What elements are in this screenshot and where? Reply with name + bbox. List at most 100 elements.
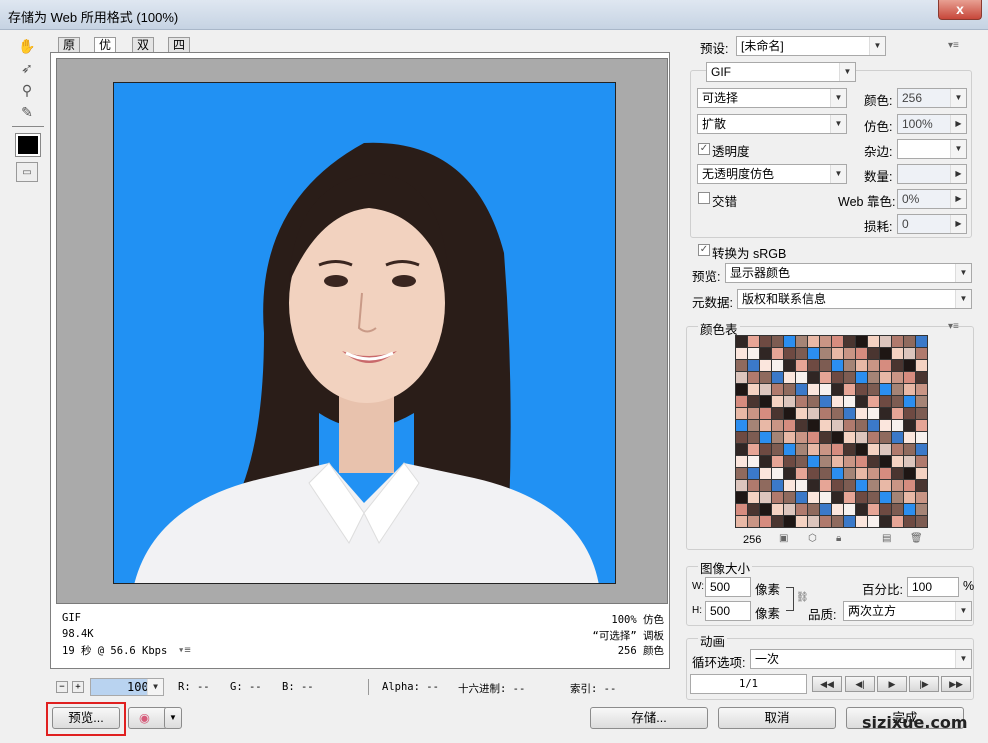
color-swatch[interactable] — [844, 432, 855, 443]
color-swatch[interactable] — [820, 492, 831, 503]
color-swatch[interactable] — [796, 348, 807, 359]
color-swatch[interactable] — [784, 456, 795, 467]
toggle-slices-icon[interactable]: ▭ — [16, 162, 38, 182]
color-swatch[interactable] — [844, 336, 855, 347]
color-swatch[interactable] — [904, 456, 915, 467]
color-swatch[interactable] — [856, 396, 867, 407]
color-table-menu-icon[interactable]: ▾≡ — [948, 321, 959, 332]
colors-field[interactable]: 256 ▼ — [897, 88, 967, 108]
metadata-select[interactable]: 版权和联系信息 ▼ — [737, 289, 972, 309]
color-swatch[interactable] — [892, 456, 903, 467]
color-swatch[interactable] — [832, 348, 843, 359]
color-table[interactable] — [735, 335, 928, 528]
color-swatch[interactable] — [820, 384, 831, 395]
color-swatch[interactable] — [868, 348, 879, 359]
color-swatch[interactable] — [808, 408, 819, 419]
color-swatch[interactable] — [784, 396, 795, 407]
color-swatch[interactable] — [784, 516, 795, 527]
color-swatch[interactable] — [748, 420, 759, 431]
color-swatch[interactable] — [820, 480, 831, 491]
color-swatch[interactable] — [736, 396, 747, 407]
color-swatch[interactable] — [748, 504, 759, 515]
color-swatch[interactable] — [820, 360, 831, 371]
zoom-icon[interactable]: ⚲ — [16, 80, 38, 100]
color-swatch[interactable] — [880, 480, 891, 491]
color-swatch[interactable] — [904, 444, 915, 455]
color-swatch[interactable] — [832, 504, 843, 515]
color-swatch[interactable] — [784, 348, 795, 359]
color-swatch[interactable] — [760, 468, 771, 479]
color-swatch[interactable] — [748, 492, 759, 503]
color-swatch[interactable] — [736, 516, 747, 527]
transparency-dither-select[interactable]: 无透明度仿色 ▼ — [697, 164, 847, 184]
color-swatch[interactable] — [832, 444, 843, 455]
browser-menu-button[interactable]: ▼ — [164, 707, 182, 729]
color-swatch[interactable] — [748, 348, 759, 359]
color-swatch[interactable] — [760, 456, 771, 467]
color-swatch[interactable] — [892, 360, 903, 371]
color-swatch[interactable] — [808, 372, 819, 383]
color-swatch[interactable] — [880, 408, 891, 419]
browser-preview-button[interactable]: ◉ — [128, 707, 168, 729]
color-swatch[interactable] — [868, 372, 879, 383]
color-swatch[interactable] — [772, 372, 783, 383]
color-swatch[interactable] — [784, 360, 795, 371]
color-swatch[interactable] — [808, 336, 819, 347]
color-swatch[interactable] — [844, 360, 855, 371]
color-swatch[interactable] — [808, 396, 819, 407]
color-swatch[interactable] — [880, 468, 891, 479]
color-swatch[interactable] — [880, 336, 891, 347]
color-swatch[interactable] — [856, 360, 867, 371]
color-swatch[interactable] — [736, 492, 747, 503]
color-swatch[interactable] — [892, 516, 903, 527]
color-swatch[interactable] — [868, 480, 879, 491]
color-swatch[interactable] — [868, 408, 879, 419]
color-swatch[interactable] — [760, 348, 771, 359]
color-swatch[interactable] — [736, 468, 747, 479]
color-swatch[interactable] — [916, 492, 927, 503]
percent-input[interactable]: 100 — [907, 577, 959, 597]
color-swatch[interactable] — [892, 348, 903, 359]
color-swatch[interactable] — [748, 360, 759, 371]
color-swatch[interactable] — [868, 336, 879, 347]
color-swatch[interactable] — [916, 432, 927, 443]
color-swatch[interactable] — [796, 420, 807, 431]
dither-algorithm-select[interactable]: 扩散 ▼ — [697, 114, 847, 134]
color-swatch[interactable] — [904, 420, 915, 431]
color-swatch[interactable] — [736, 372, 747, 383]
color-swatch[interactable] — [784, 408, 795, 419]
color-swatch[interactable] — [760, 384, 771, 395]
web-snap-field[interactable]: 0% ▶ — [897, 189, 967, 209]
color-swatch[interactable] — [904, 408, 915, 419]
color-swatch[interactable] — [868, 504, 879, 515]
color-swatch[interactable] — [784, 384, 795, 395]
color-swatch[interactable] — [784, 372, 795, 383]
color-swatch[interactable] — [820, 348, 831, 359]
color-swatch[interactable] — [808, 384, 819, 395]
color-swatch[interactable] — [856, 468, 867, 479]
color-swatch[interactable] — [808, 492, 819, 503]
color-swatch[interactable] — [868, 444, 879, 455]
transparency-checkbox[interactable]: ✓ — [698, 143, 710, 155]
color-swatch[interactable] — [772, 360, 783, 371]
cancel-button[interactable]: 取消 — [718, 707, 836, 729]
color-swatch[interactable] — [808, 480, 819, 491]
color-swatch[interactable] — [832, 516, 843, 527]
color-swatch[interactable] — [808, 504, 819, 515]
color-swatch[interactable] — [844, 480, 855, 491]
link-icon[interactable]: ⛓ — [796, 592, 809, 603]
color-swatch[interactable] — [796, 372, 807, 383]
loop-select[interactable]: 一次 ▼ — [750, 649, 972, 669]
color-swatch[interactable] — [760, 372, 771, 383]
color-swatch[interactable] — [856, 504, 867, 515]
convert-srgb-checkbox[interactable]: ✓ — [698, 244, 710, 256]
color-swatch[interactable] — [916, 468, 927, 479]
color-swatch[interactable] — [736, 360, 747, 371]
play-button[interactable]: ▶ — [877, 676, 907, 692]
color-swatch[interactable] — [832, 492, 843, 503]
color-swatch[interactable] — [880, 444, 891, 455]
color-swatch[interactable] — [892, 468, 903, 479]
color-swatch[interactable] — [736, 432, 747, 443]
color-swatch[interactable] — [832, 408, 843, 419]
optimize-menu-icon[interactable]: ▾≡ — [948, 40, 959, 51]
